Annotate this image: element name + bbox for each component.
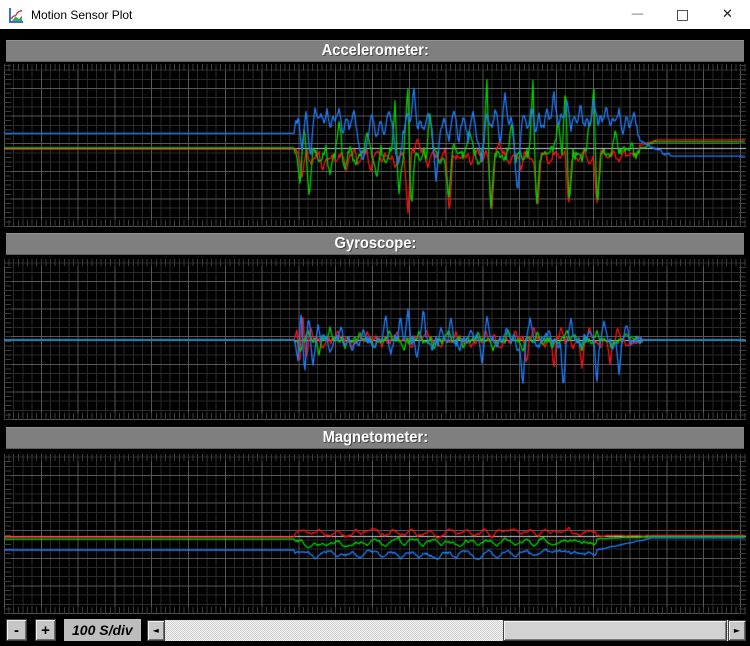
magnetometer-plot (4, 454, 746, 614)
bottom-toolbar: - + 100 S/div ◄ ► (0, 614, 750, 646)
close-button[interactable]: ✕ (705, 0, 750, 29)
gyroscope-title: Gyroscope: (334, 235, 416, 253)
minimize-button[interactable]: — (615, 0, 660, 29)
scrollbar-thumb[interactable] (503, 620, 727, 641)
app-window: Motion Sensor Plot — □ ✕ Accelerometer: … (0, 0, 750, 646)
scroll-left-arrow-icon[interactable]: ◄ (147, 620, 165, 641)
app-icon (8, 7, 24, 23)
horizontal-scrollbar[interactable]: ◄ ► (147, 620, 746, 641)
time-scale-label: 100 S/div (64, 619, 141, 641)
accelerometer-header: Accelerometer: (6, 40, 744, 62)
scroll-right-arrow-icon[interactable]: ► (728, 620, 746, 641)
gyroscope-header: Gyroscope: (6, 233, 744, 255)
zoom-in-button[interactable]: + (35, 619, 56, 641)
accelerometer-title: Accelerometer: (321, 42, 428, 60)
accelerometer-plot (4, 64, 746, 227)
maximize-button[interactable]: □ (660, 0, 705, 29)
zoom-out-button[interactable]: - (6, 619, 27, 641)
magnetometer-trace-canvas (4, 454, 746, 614)
panel-gyroscope: Gyroscope: (0, 233, 750, 420)
panel-magnetometer: Magnetometer: (0, 427, 750, 614)
panel-accelerometer: Accelerometer: (0, 40, 750, 227)
gyroscope-plot (4, 259, 746, 420)
magnetometer-title: Magnetometer: (322, 429, 428, 447)
accelerometer-trace-canvas (4, 64, 746, 227)
scrollbar-track[interactable] (165, 620, 728, 641)
window-title: Motion Sensor Plot (31, 8, 615, 22)
gyroscope-trace-canvas (4, 259, 746, 420)
magnetometer-header: Magnetometer: (6, 427, 744, 449)
title-bar: Motion Sensor Plot — □ ✕ (0, 0, 750, 30)
